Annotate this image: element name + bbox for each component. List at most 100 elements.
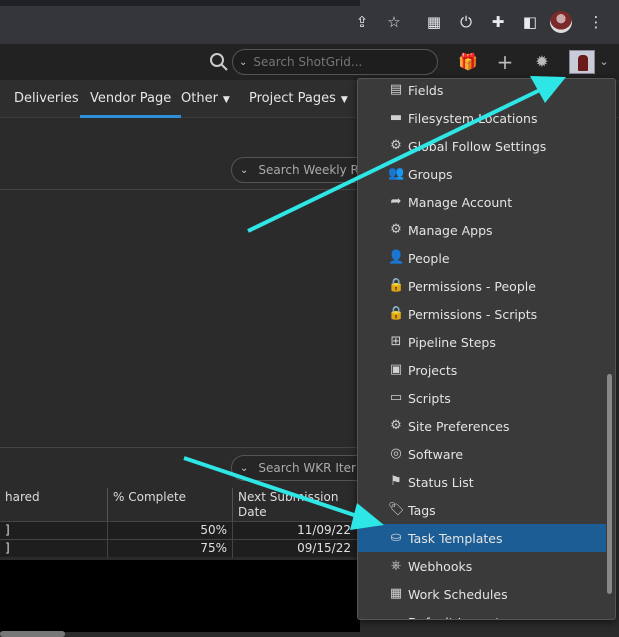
column-header[interactable]: Next Submission Date	[233, 488, 360, 521]
nav-item-vendor-page[interactable]: Vendor Page	[80, 80, 182, 118]
menu-item-filesystem-locations[interactable]: ▬ Filesystem Locations	[358, 104, 606, 132]
menu-item-label: Status List	[408, 474, 474, 490]
plus-icon[interactable]: +	[495, 52, 515, 72]
share-icon[interactable]: ⇪	[352, 12, 372, 32]
menu-scrollbar[interactable]	[607, 374, 612, 594]
column-header[interactable]: hared	[0, 488, 108, 521]
menu-item-label: Projects	[408, 362, 458, 378]
layouts-icon	[388, 614, 404, 619]
app-header: ⌄ 🎁 + ✹ ⌄	[0, 44, 619, 80]
share-arrow-icon: ➦	[390, 194, 402, 209]
menu-item-permissions-people[interactable]: 🔒 Permissions - People	[358, 272, 606, 300]
section-divider	[0, 189, 360, 190]
projects-icon: ▣	[389, 362, 403, 377]
menu-item-fields[interactable]: ▤ Fields	[358, 79, 606, 104]
software-icon: ◎	[390, 446, 402, 461]
gear-icon: ⚙	[390, 418, 402, 433]
menu-item-webhooks[interactable]: ⎈ Webhooks	[358, 552, 606, 580]
gear-icon: ⚙	[390, 222, 402, 237]
menu-item-status-list[interactable]: ⚑ Status List	[358, 468, 606, 496]
sun-icon[interactable]: ✹	[532, 52, 552, 72]
global-search-box[interactable]: ⌄	[232, 49, 438, 75]
menu-item-label: Work Schedules	[408, 586, 508, 602]
menu-item-projects[interactable]: ▣ Projects	[358, 356, 606, 384]
percent-complete-cell: 75%	[108, 540, 233, 558]
menu-item-permissions-scripts[interactable]: 🔒 Permissions - Scripts	[358, 300, 606, 328]
menu-item-default-layouts[interactable]: Default Layouts	[358, 608, 606, 620]
horizontal-scrollbar[interactable]	[0, 631, 65, 637]
chevron-down-icon: ▼	[222, 95, 230, 105]
browser-profile-avatar[interactable]	[550, 11, 572, 33]
side-panel-icon[interactable]: ◧	[520, 12, 540, 32]
table-row[interactable]: ] 75% 09/15/22	[0, 539, 360, 558]
menu-item-label: Pipeline Steps	[408, 334, 496, 350]
search-weekly-box[interactable]: ⌄ Search Weekly R	[231, 157, 371, 183]
menu-item-label: Manage Apps	[408, 222, 493, 238]
submission-date-cell: 11/09/22	[233, 522, 360, 540]
chevron-down-icon[interactable]: ⌄	[239, 57, 247, 68]
tag-icon: 🏷	[388, 502, 405, 517]
menu-item-label: Tags	[408, 502, 436, 518]
menu-item-groups[interactable]: 👥 Groups	[358, 160, 606, 188]
chevron-down-icon: ▼	[340, 95, 348, 105]
group-icon: 👥	[388, 166, 405, 181]
extension-grid-icon[interactable]: ▦	[424, 12, 444, 32]
menu-item-pipeline-steps[interactable]: ⊞ Pipeline Steps	[358, 328, 606, 356]
fields-icon: ▤	[389, 82, 403, 97]
flag-icon: ⚑	[390, 474, 402, 489]
menu-item-label: Filesystem Locations	[408, 110, 538, 126]
menu-item-global-follow-settings[interactable]: ⚙ Global Follow Settings	[358, 132, 606, 160]
menu-item-label: Manage Account	[408, 194, 513, 210]
pipeline-icon: ⊞	[390, 334, 402, 349]
section-divider	[0, 447, 360, 448]
menu-item-scripts[interactable]: ▭ Scripts	[358, 384, 606, 412]
chevron-down-icon[interactable]: ⌄	[240, 165, 248, 176]
search-wkr-box[interactable]: ⌄ Search WKR Iter	[231, 455, 371, 481]
menu-item-software[interactable]: ◎ Software	[358, 440, 606, 468]
menu-item-label: People	[408, 250, 450, 266]
bookmark-star-icon[interactable]: ☆	[384, 12, 404, 32]
nav-item-deliveries[interactable]: Deliveries	[14, 80, 79, 118]
submission-date-cell: 09/15/22	[233, 540, 360, 558]
table-cell: ]	[0, 540, 108, 558]
menu-item-label: Software	[408, 446, 464, 462]
table-cell: ]	[0, 522, 108, 540]
person-icon: 👤	[388, 250, 405, 265]
nav-item-project-pages[interactable]: Project Pages ▼	[249, 80, 348, 118]
gift-icon[interactable]: 🎁	[458, 52, 478, 72]
browser-menu-icon[interactable]: ⋮	[586, 12, 606, 32]
global-search-input[interactable]	[253, 55, 424, 69]
admin-dropdown-menu: ▤ Fields ▬ Filesystem Locations ⚙ Global Foll…	[357, 78, 616, 620]
percent-complete-cell: 50%	[108, 522, 233, 540]
menu-item-manage-account[interactable]: ➦ Manage Account	[358, 188, 606, 216]
table-empty-area	[0, 560, 360, 632]
avatar-chevron-down-icon[interactable]: ⌄	[594, 52, 614, 72]
webhook-icon: ⎈	[390, 558, 402, 573]
calendar-grid-icon: ▦	[389, 586, 403, 601]
menu-item-manage-apps[interactable]: ⚙ Manage Apps	[358, 216, 606, 244]
menu-item-task-templates[interactable]: ⛀ Task Templates	[358, 524, 606, 552]
nav-item-other[interactable]: Other ▼	[181, 80, 230, 118]
user-avatar[interactable]	[569, 50, 595, 74]
table-row[interactable]: ] 50% 11/09/22	[0, 521, 360, 540]
menu-item-tags[interactable]: 🏷 Tags	[358, 496, 606, 524]
lock-icon: 🔒	[388, 306, 405, 321]
menu-item-label: Webhooks	[408, 558, 473, 574]
menu-item-work-schedules[interactable]: ▦ Work Schedules	[358, 580, 606, 608]
menu-item-site-preferences[interactable]: ⚙ Site Preferences	[358, 412, 606, 440]
menu-item-label: Scripts	[408, 390, 451, 406]
menu-item-label: Fields	[408, 82, 444, 98]
browser-toolbar: ⇪ ☆ ▦ ⏻ ✚ ◧ ⋮	[0, 0, 619, 44]
menu-item-label: Permissions - People	[408, 278, 536, 294]
search-icon[interactable]	[208, 51, 230, 73]
power-icon[interactable]: ⏻	[456, 12, 476, 32]
menu-item-label: Site Preferences	[408, 418, 510, 434]
column-header[interactable]: % Complete	[108, 488, 233, 521]
task-template-icon: ⛀	[390, 530, 402, 545]
chevron-down-icon[interactable]: ⌄	[240, 463, 248, 474]
menu-item-label: Global Follow Settings	[408, 138, 547, 154]
menu-item-people[interactable]: 👤 People	[358, 244, 606, 272]
menu-item-label: Task Templates	[408, 530, 503, 546]
extensions-puzzle-icon[interactable]: ✚	[488, 12, 508, 32]
menu-item-label: Groups	[408, 166, 453, 182]
